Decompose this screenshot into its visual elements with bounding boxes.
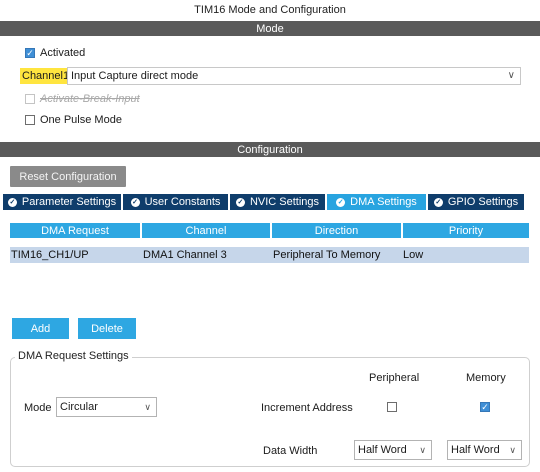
tab-label: Parameter Settings — [21, 196, 117, 208]
activate-break-input-checkbox[interactable] — [25, 94, 35, 104]
add-button[interactable]: Add — [12, 318, 69, 339]
tab-nvic-settings[interactable]: ✓ NVIC Settings — [230, 194, 325, 210]
increment-peripheral-checkbox[interactable] — [387, 402, 397, 412]
tab-dma-settings[interactable]: ✓ DMA Settings — [327, 194, 426, 210]
cell-dma-request: TIM16_CH1/UP — [11, 249, 89, 261]
channel-mode-value: Input Capture direct mode — [71, 70, 199, 82]
channel-label: Channel1 — [20, 68, 72, 84]
data-width-memory-value: Half Word — [451, 444, 500, 456]
data-width-label: Data Width — [263, 445, 318, 457]
tab-parameter-settings[interactable]: ✓ Parameter Settings — [3, 194, 121, 210]
cell-direction: Peripheral To Memory — [273, 249, 381, 261]
delete-button[interactable]: Delete — [78, 318, 136, 339]
reset-configuration-button[interactable]: Reset Configuration — [10, 166, 126, 187]
column-header-dma-request[interactable]: DMA Request — [10, 223, 140, 238]
table-row[interactable]: TIM16_CH1/UP DMA1 Channel 3 Peripheral T… — [10, 247, 529, 263]
check-circle-icon: ✓ — [130, 197, 140, 207]
column-header-direction[interactable]: Direction — [272, 223, 401, 238]
check-icon: ✓ — [26, 48, 34, 58]
one-pulse-mode-checkbox[interactable] — [25, 115, 35, 125]
activated-label: Activated — [40, 47, 86, 59]
check-circle-icon: ✓ — [336, 197, 346, 207]
cell-channel: DMA1 Channel 3 — [143, 249, 227, 261]
tab-label: NVIC Settings — [249, 196, 320, 208]
chevron-down-icon: ∨ — [419, 445, 426, 455]
mode-section-header: Mode — [0, 21, 540, 36]
tab-label: DMA Settings — [350, 196, 417, 208]
increment-memory-checkbox[interactable]: ✓ — [480, 402, 490, 412]
dma-request-settings-title: DMA Request Settings — [15, 350, 132, 362]
check-circle-icon: ✓ — [7, 197, 17, 207]
channel-mode-select[interactable]: Input Capture direct mode ∨ — [67, 67, 521, 85]
data-width-peripheral-select[interactable]: Half Word ∨ — [354, 440, 432, 460]
tab-label: GPIO Settings — [447, 196, 519, 208]
dma-mode-value: Circular — [60, 401, 98, 413]
configuration-section-header: Configuration — [0, 142, 540, 157]
window-title: TIM16 Mode and Configuration — [194, 4, 346, 16]
increment-address-label: Increment Address — [261, 402, 353, 414]
chevron-down-icon: ∨ — [144, 402, 151, 412]
tab-user-constants[interactable]: ✓ User Constants — [123, 194, 228, 210]
dma-mode-select[interactable]: Circular ∨ — [56, 397, 157, 417]
channel-row: Channel1 Input Capture direct mode ∨ — [20, 67, 521, 85]
check-icon: ✓ — [481, 402, 489, 412]
cell-priority: Low — [403, 249, 424, 261]
peripheral-column-label: Peripheral — [369, 372, 420, 384]
activated-checkbox[interactable]: ✓ — [25, 48, 35, 58]
tab-gpio-settings[interactable]: ✓ GPIO Settings — [428, 194, 524, 210]
column-header-channel[interactable]: Channel — [142, 223, 270, 238]
chevron-down-icon: ∨ — [509, 445, 516, 455]
column-header-priority[interactable]: Priority — [403, 223, 529, 238]
chevron-down-icon: ∨ — [507, 70, 515, 81]
memory-column-label: Memory — [466, 372, 506, 384]
data-width-memory-select[interactable]: Half Word ∨ — [447, 440, 522, 460]
check-circle-icon: ✓ — [433, 197, 443, 207]
activate-break-input-label: Activate-Break-Input — [40, 93, 140, 105]
check-circle-icon: ✓ — [235, 197, 245, 207]
tab-label: User Constants — [144, 196, 221, 208]
data-width-peripheral-value: Half Word — [358, 444, 407, 456]
one-pulse-mode-label: One Pulse Mode — [40, 114, 122, 126]
mode-label: Mode — [24, 402, 52, 414]
